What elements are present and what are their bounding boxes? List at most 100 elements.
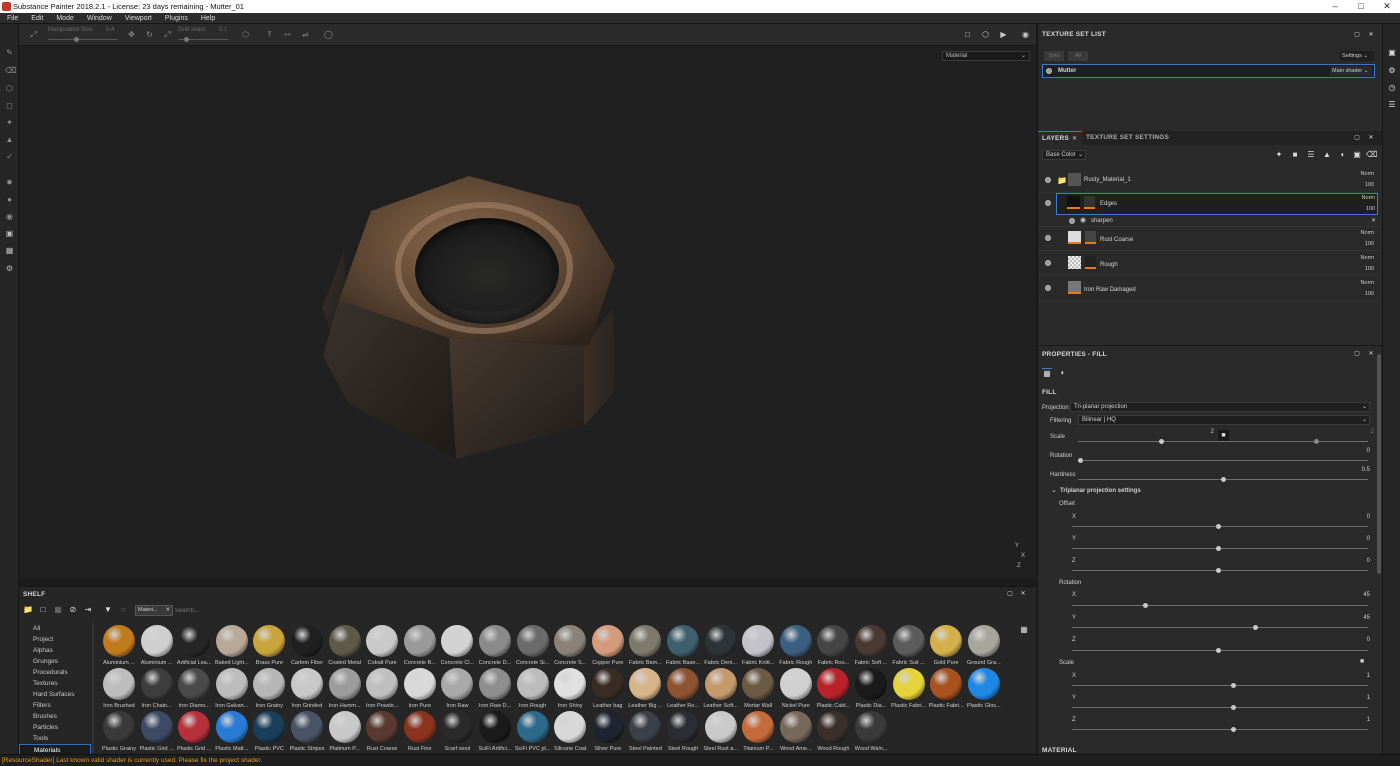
grid-steps-knob[interactable]: [184, 37, 189, 42]
smudge-icon[interactable]: ✦: [5, 118, 14, 127]
effect-row[interactable]: ◉ sharpen ✕: [1038, 216, 1378, 227]
offset-y-knob[interactable]: [1216, 546, 1221, 551]
layer-row[interactable]: Iron Raw Damaged Norm 100: [1038, 279, 1378, 301]
menu-edit[interactable]: Edit: [31, 15, 43, 22]
eraser-icon[interactable]: ⌫: [5, 66, 16, 75]
shelf-category-grunges[interactable]: Grunges: [19, 656, 91, 667]
shelf-category-alphas[interactable]: Alphas: [19, 645, 91, 656]
move-icon[interactable]: ✥: [127, 30, 136, 39]
scale-y-knob[interactable]: [1231, 705, 1236, 710]
close-icon[interactable]: ✕: [165, 606, 170, 615]
material-thumbnail[interactable]: Brass Pure: [251, 625, 287, 671]
layer-opacity[interactable]: 100: [1350, 241, 1374, 247]
paint-brush-icon[interactable]: ✎: [5, 48, 14, 57]
shelf-category-brushes[interactable]: Brushes: [19, 711, 91, 722]
save-icon[interactable]: ▦: [53, 605, 63, 615]
scale-z-slider[interactable]: [1072, 729, 1368, 730]
material-thumbnail[interactable]: Aluminium ...: [139, 625, 175, 671]
layer-row[interactable]: Rough Norm 100: [1038, 254, 1378, 276]
texture-set-settings-dropdown[interactable]: Settings ⌄: [1340, 51, 1374, 61]
float-panel-icon[interactable]: ▢: [1005, 589, 1015, 599]
material-thumbnail[interactable]: Fabric Deni...: [703, 625, 739, 671]
solo-button[interactable]: Solo: [1044, 51, 1064, 61]
scale-y-slider[interactable]: [1072, 707, 1368, 708]
rotate-icon[interactable]: ↻: [145, 30, 154, 39]
object-mode-icon[interactable]: ⬡: [981, 30, 990, 39]
import-icon[interactable]: ⇥: [83, 605, 93, 615]
screenshot-camera-icon[interactable]: ◉: [1021, 30, 1030, 39]
add-mask-icon[interactable]: ■: [1290, 150, 1300, 160]
material-thumbnail[interactable]: Steel Rough: [665, 711, 701, 757]
menu-plugins[interactable]: Plugins: [165, 15, 188, 22]
mirror-icon[interactable]: ⇿: [283, 30, 292, 39]
material-thumbnail[interactable]: Wood Ame...: [778, 711, 814, 757]
symmetry-icon[interactable]: ⇌: [301, 30, 310, 39]
scale-z-knob[interactable]: [1231, 727, 1236, 732]
hardness-value[interactable]: 0.5: [1350, 467, 1370, 473]
close-panel-icon[interactable]: ✕: [1366, 133, 1376, 143]
rotation-slider-knob[interactable]: [1078, 458, 1083, 463]
polygon-fill-icon[interactable]: ✸: [5, 178, 14, 187]
material-thumbnail[interactable]: Iron Raw: [439, 668, 475, 714]
close-panel-icon[interactable]: ✕: [1018, 589, 1028, 599]
material-thumbnail[interactable]: Fabric Base...: [665, 625, 701, 671]
shelf-category-particles[interactable]: Particles: [19, 722, 91, 733]
layer-opacity[interactable]: 100: [1351, 206, 1375, 212]
photoshop-icon[interactable]: ▣: [5, 229, 14, 238]
filtering-select[interactable]: Bilinear | HQ ⌄: [1078, 415, 1370, 425]
3d-viewport[interactable]: Y X Z: [19, 46, 1036, 579]
scale-x-value[interactable]: 1: [1350, 673, 1370, 679]
menu-viewport[interactable]: Viewport: [125, 15, 152, 22]
shelf-category-all[interactable]: All: [19, 623, 91, 634]
add-adjustment-icon[interactable]: ◐: [1338, 150, 1348, 160]
rotation-y-knob[interactable]: [1253, 625, 1258, 630]
menu-file[interactable]: File: [7, 15, 18, 22]
layer-row[interactable]: 📁 Rusty_Material_1 Norm 100: [1038, 171, 1378, 193]
hardness-slider-knob[interactable]: [1221, 477, 1226, 482]
offset-y-value[interactable]: 0: [1350, 536, 1370, 542]
visibility-eye-icon[interactable]: [1045, 260, 1051, 266]
tab-layers[interactable]: LAYERS ✕: [1038, 131, 1082, 145]
scale-x-slider[interactable]: [1072, 685, 1368, 686]
shelf-search-input[interactable]: [175, 605, 475, 616]
blend-mode[interactable]: Norm: [1350, 255, 1374, 261]
visibility-eye-icon[interactable]: [1045, 285, 1051, 291]
export-icon[interactable]: ▦: [5, 246, 14, 255]
material-thumbnail[interactable]: Platinum P...: [327, 711, 363, 757]
offset-z-value[interactable]: 0: [1350, 558, 1370, 564]
material-thumbnail[interactable]: Steel Rust a...: [703, 711, 739, 757]
layer-row-selected[interactable]: Edges Norm 100: [1045, 193, 1378, 215]
lock-icon[interactable]: ■: [1218, 430, 1229, 441]
material-thumbnail[interactable]: Concrete Si...: [515, 625, 551, 671]
material-thumbnail[interactable]: Iron Hamm...: [327, 668, 363, 714]
grid-view-icon[interactable]: ▦: [1019, 625, 1029, 635]
manipulator-size-knob[interactable]: [74, 37, 79, 42]
material-thumbnail[interactable]: Iron Brushed: [101, 668, 137, 714]
rotation-z-knob[interactable]: [1216, 648, 1221, 653]
material-thumbnail[interactable]: SciFi PVC pl...: [515, 711, 551, 757]
physics-icon[interactable]: ●: [5, 195, 14, 204]
add-layer-icon[interactable]: ☰: [1306, 150, 1316, 160]
lock-icon[interactable]: ■: [1360, 658, 1364, 665]
material-thumbnail[interactable]: Leather Soft...: [703, 668, 739, 714]
triplanar-settings-title[interactable]: Triplanar projection settings: [1060, 488, 1141, 494]
texture-set-item[interactable]: Mutter Main shader ⌄: [1042, 64, 1375, 78]
material-thumbnail[interactable]: Leather Ro...: [665, 668, 701, 714]
search-circle-icon[interactable]: ○: [118, 605, 128, 615]
material-thumbnail[interactable]: Iron Grainy: [251, 668, 287, 714]
material-thumbnail[interactable]: Plastic Glos...: [966, 668, 1002, 714]
close-panel-icon[interactable]: ✕: [1366, 30, 1376, 40]
material-thumbnail[interactable]: Iron Galvan...: [214, 668, 250, 714]
shelf-category-filters[interactable]: Filters: [19, 700, 91, 711]
blend-mode[interactable]: Norm: [1350, 280, 1374, 286]
blend-mode[interactable]: Norm: [1350, 230, 1374, 236]
add-folder-icon[interactable]: ▣: [1352, 150, 1362, 160]
material-thumbnail[interactable]: Fabric Rou...: [815, 625, 851, 671]
scale-slider-knob[interactable]: [1159, 439, 1164, 444]
material-thumbnail[interactable]: Coated Metal: [327, 625, 363, 671]
layer-opacity[interactable]: 100: [1350, 291, 1374, 297]
material-thumbnail[interactable]: Plastic Matt...: [214, 711, 250, 757]
bake-icon[interactable]: ◉: [5, 212, 14, 221]
layer-opacity[interactable]: 100: [1350, 182, 1374, 188]
display-settings-icon[interactable]: ⚙: [1387, 66, 1397, 76]
